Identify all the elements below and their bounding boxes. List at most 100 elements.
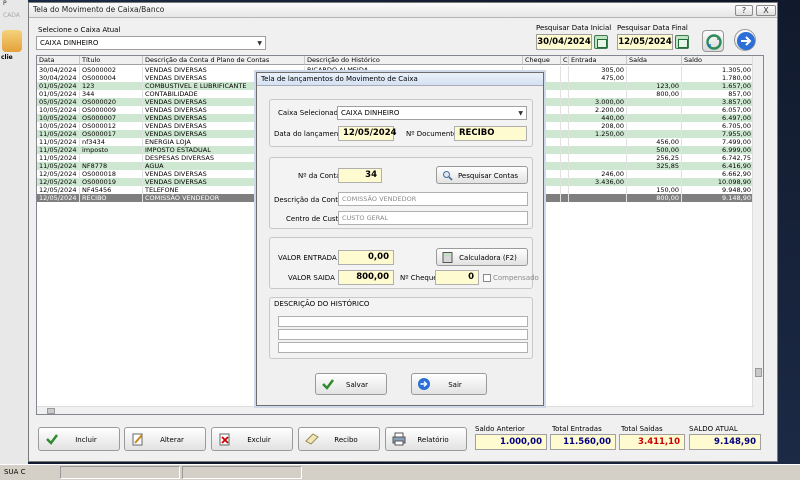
app-shortcut-label[interactable]: P xyxy=(3,0,25,11)
data-lancamento-field[interactable]: 12/05/2024 xyxy=(338,126,397,141)
documento-field[interactable]: RECIBO xyxy=(454,126,527,141)
cell-saldo: 6.742,75 xyxy=(682,154,754,162)
cell-entrada: 475,00 xyxy=(569,74,627,82)
cell-titulo: OS000002 xyxy=(80,66,143,74)
salvar-button[interactable]: Salvar xyxy=(315,373,387,395)
cell-titulo: NF8778 xyxy=(80,162,143,170)
caixa-atual-select[interactable]: CAIXA DINHEIRO ▼ xyxy=(36,36,266,50)
title-bar: Tela do Movimento de Caixa/Banco ? X xyxy=(29,3,777,18)
cell-saida xyxy=(627,98,682,106)
cell-data: 11/05/2024 xyxy=(37,138,80,146)
calculadora-button[interactable]: Calculadora (F2) xyxy=(436,248,528,266)
vertical-scrollbar[interactable] xyxy=(752,56,763,414)
cell-c xyxy=(561,106,569,114)
chevron-down-icon: ▼ xyxy=(518,110,523,117)
data-inicial-field[interactable]: 30/04/2024 xyxy=(536,34,592,50)
cell-entrada xyxy=(569,154,627,162)
cell-saida xyxy=(627,122,682,130)
cell-entrada: 2.200,00 xyxy=(569,106,627,114)
next-button[interactable] xyxy=(734,29,756,51)
cheque-label: Nº Cheque xyxy=(400,274,438,282)
close-button[interactable]: X xyxy=(756,5,776,16)
horizontal-scrollbar[interactable] xyxy=(37,406,754,414)
caixa-selecionado-value: CAIXA DINHEIRO xyxy=(341,109,400,117)
valor-entrada-field[interactable]: 0,00 xyxy=(338,250,394,265)
column-header[interactable]: C xyxy=(561,56,569,65)
historico-panel: DESCRIÇÃO DO HISTÓRICO xyxy=(269,297,533,359)
scroll-thumb[interactable] xyxy=(47,408,55,414)
column-header[interactable]: Saída xyxy=(627,56,682,65)
centro-custo-field[interactable]: CUSTO GERAL xyxy=(338,211,528,225)
cell-data: 10/05/2024 xyxy=(37,114,80,122)
cell-titulo: 123 xyxy=(80,82,143,90)
help-button[interactable]: ? xyxy=(735,5,753,16)
client-icon[interactable] xyxy=(2,30,22,52)
historico-line[interactable] xyxy=(278,329,528,340)
cell-titulo: OS000019 xyxy=(80,178,143,186)
pesquisar-contas-button[interactable]: Pesquisar Contas xyxy=(436,166,528,184)
cell-data: 11/05/2024 xyxy=(37,130,80,138)
caixa-selecionado-label: Caixa Selecionado xyxy=(278,109,343,117)
cell-saida: 800,00 xyxy=(627,90,682,98)
calendar-inicial-icon[interactable] xyxy=(594,35,608,49)
column-header[interactable]: Data xyxy=(37,56,80,65)
refresh-icon xyxy=(706,34,722,50)
salvar-label: Salvar xyxy=(346,381,368,389)
caixa-selecionado-select[interactable]: CAIXA DINHEIRO ▼ xyxy=(337,106,527,120)
historico-line[interactable] xyxy=(278,316,528,327)
descricao-conta-field[interactable]: COMISSÃO VENDEDOR xyxy=(338,192,528,206)
calendar-final-icon[interactable] xyxy=(675,35,689,49)
desktop-right-background xyxy=(778,0,800,480)
excluir-button[interactable]: Excluir xyxy=(211,427,293,451)
data-inicial-label: Pesquisar Data Inicial xyxy=(536,24,612,32)
cell-data: 11/05/2024 xyxy=(37,146,80,154)
conta-label: Nº da Conta xyxy=(298,172,341,180)
cell-entrada: 305,00 xyxy=(569,66,627,74)
valor-saida-field[interactable]: 800,00 xyxy=(338,270,394,285)
cell-titulo: NF45456 xyxy=(80,186,143,194)
cell-c xyxy=(561,194,569,202)
valor-entrada-label: VALOR ENTRADA xyxy=(278,254,337,262)
cell-data: 12/05/2024 xyxy=(37,186,80,194)
dialog-title-bar: Tela de lançamentos do Movimento de Caix… xyxy=(257,73,543,86)
incluir-label: Incluir xyxy=(75,436,97,444)
column-header[interactable]: Entrada xyxy=(569,56,627,65)
scroll-thumb[interactable] xyxy=(755,368,762,377)
compensado-checkbox[interactable] xyxy=(483,274,491,282)
cell-entrada xyxy=(569,82,627,90)
cell-saldo: 6.705,00 xyxy=(682,122,754,130)
saldo-atual-value: 9.148,90 xyxy=(689,434,761,450)
total-entradas-label: Total Entradas xyxy=(552,425,602,433)
incluir-button[interactable]: Incluir xyxy=(38,427,120,451)
cell-entrada: 208,00 xyxy=(569,122,627,130)
cell-saida xyxy=(627,66,682,74)
cell-c xyxy=(561,122,569,130)
cell-c xyxy=(561,130,569,138)
cell-data: 10/05/2024 xyxy=(37,106,80,114)
cheque-field[interactable]: 0 xyxy=(435,270,479,285)
relatorio-button[interactable]: Relatório xyxy=(385,427,467,451)
cell-c xyxy=(561,90,569,98)
cell-entrada: 440,00 xyxy=(569,114,627,122)
total-saidas-value: 3.411,10 xyxy=(619,434,685,450)
refresh-button[interactable] xyxy=(702,30,724,52)
alterar-button[interactable]: Alterar xyxy=(124,427,206,451)
column-header[interactable]: Título xyxy=(80,56,143,65)
recibo-button[interactable]: Recibo xyxy=(298,427,380,451)
column-header[interactable]: Descrição da Conta d Plano de Contas xyxy=(143,56,305,65)
column-header[interactable]: Saldo xyxy=(682,56,754,65)
historico-line[interactable] xyxy=(278,342,528,353)
cell-c xyxy=(561,162,569,170)
documento-label: Nº Documento xyxy=(406,130,458,138)
sair-button[interactable]: Sair xyxy=(411,373,487,395)
status-cell xyxy=(182,466,302,479)
header-panel: Caixa Selecionado CAIXA DINHEIRO ▼ Data … xyxy=(269,99,533,147)
data-final-field[interactable]: 12/05/2024 xyxy=(617,34,673,50)
cell-saldo: 6.497,00 xyxy=(682,114,754,122)
cell-entrada xyxy=(569,162,627,170)
cell-saldo: 7.955,00 xyxy=(682,130,754,138)
cell-c xyxy=(561,74,569,82)
conta-field[interactable]: 34 xyxy=(338,168,382,183)
column-header[interactable]: Descrição do Histórico xyxy=(305,56,523,65)
column-header[interactable]: Cheque xyxy=(523,56,561,65)
